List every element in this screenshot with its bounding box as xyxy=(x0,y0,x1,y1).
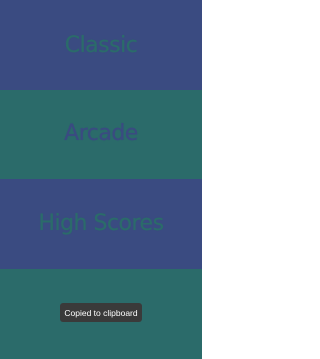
menu-item-label: High Scores xyxy=(38,210,164,236)
menu-item-high-scores[interactable]: High Scores xyxy=(0,179,202,269)
menu-item-arcade[interactable]: Arcade xyxy=(0,90,202,179)
toast-message: Copied to clipboard xyxy=(60,303,142,322)
menu-item-label: Arcade xyxy=(64,121,138,146)
toast-text: Copied to clipboard xyxy=(64,307,138,318)
menu-item-classic[interactable]: Classic xyxy=(0,0,202,90)
menu-item-label: Classic xyxy=(64,32,138,58)
